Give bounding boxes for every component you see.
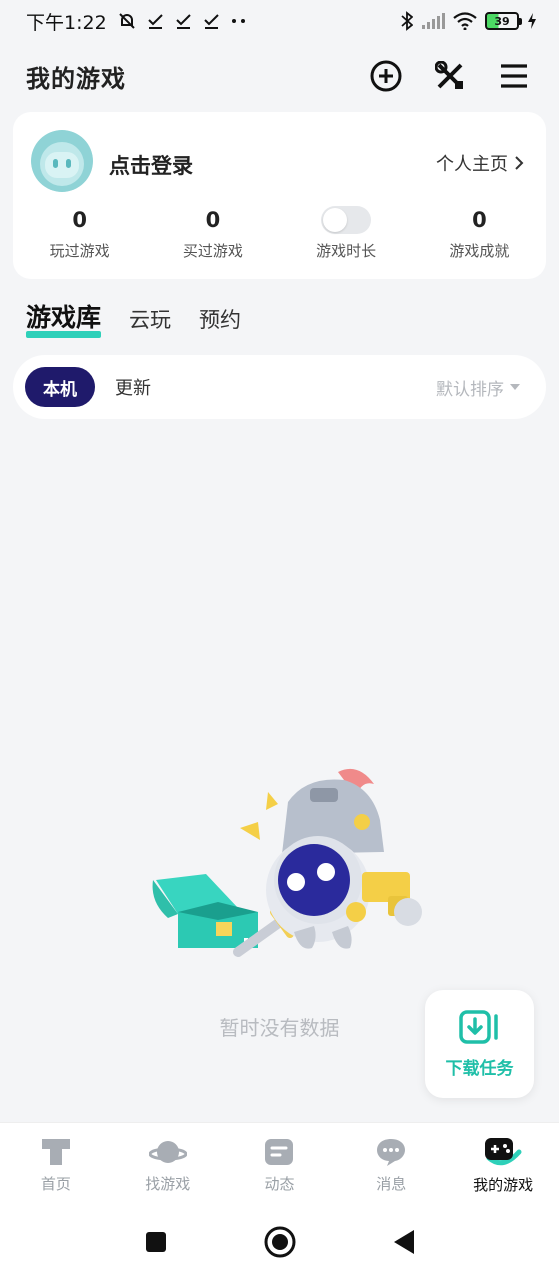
download-tasks-label: 下载任务 <box>445 1058 514 1079</box>
circle-home-icon <box>264 1226 295 1258</box>
charging-icon <box>527 13 537 29</box>
playtime-toggle[interactable] <box>321 206 372 234</box>
wifi-icon <box>453 12 477 30</box>
battery-indicator: 39 <box>485 12 522 30</box>
treasure-chest-icon <box>152 874 258 948</box>
check-icon <box>175 12 193 30</box>
status-time: 下午1:22 <box>26 11 107 34</box>
stat-achievements[interactable]: 0 游戏成就 <box>413 206 546 261</box>
stat-value: 0 <box>472 208 487 232</box>
stat-played[interactable]: 0 玩过游戏 <box>13 206 146 261</box>
stat-label: 游戏成就 <box>449 242 510 260</box>
recent-apps-button[interactable] <box>144 1230 168 1258</box>
back-button[interactable] <box>392 1228 416 1260</box>
back-triangle-icon <box>393 1230 414 1254</box>
stat-value: 0 <box>72 208 87 232</box>
avatar[interactable] <box>31 130 93 192</box>
stat-bought[interactable]: 0 买过游戏 <box>146 206 279 261</box>
nav-label: 首页 <box>40 1175 71 1193</box>
download-icon <box>458 1009 498 1044</box>
login-link[interactable]: 点击登录 <box>109 150 193 180</box>
message-icon <box>377 1139 406 1166</box>
page-title: 我的游戏 <box>26 64 126 93</box>
chevron-right-icon <box>515 156 524 170</box>
nav-home[interactable]: 首页 <box>0 1123 112 1208</box>
sort-label: 默认排序 <box>436 379 504 400</box>
bottom-nav: 首页 找游戏 动态 消息 我的游戏 <box>0 1122 559 1208</box>
header: 我的游戏 <box>0 50 559 102</box>
add-button[interactable] <box>369 59 403 93</box>
tools-icon <box>435 61 463 89</box>
homepage-label: 个人主页 <box>436 154 508 175</box>
home-button[interactable] <box>264 1226 296 1262</box>
stats-row: 0 玩过游戏 0 买过游戏 游戏时长 0 游戏成就 <box>13 206 546 261</box>
home-icon <box>41 1139 70 1165</box>
nav-find-games[interactable]: 找游戏 <box>112 1123 224 1208</box>
check-icon <box>203 12 221 30</box>
stat-playtime[interactable]: 游戏时长 <box>280 206 413 261</box>
nav-label: 我的游戏 <box>473 1176 534 1194</box>
tab-game-library[interactable]: 游戏库 <box>26 298 102 340</box>
gamepad-icon <box>485 1138 522 1166</box>
nav-my-games[interactable]: 我的游戏 <box>447 1123 559 1208</box>
tools-button[interactable] <box>433 59 467 93</box>
profile-card: 点击登录 个人主页 0 玩过游戏 0 买过游戏 游戏时长 0 游戏成就 <box>13 112 546 279</box>
nav-messages[interactable]: 消息 <box>335 1123 447 1208</box>
system-nav-bar <box>0 1208 559 1280</box>
filter-update-chip[interactable]: 更新 <box>115 374 151 400</box>
download-tasks-button[interactable]: 下载任务 <box>425 990 534 1098</box>
stat-label: 玩过游戏 <box>49 242 110 260</box>
stat-label: 买过游戏 <box>182 242 243 260</box>
signal-icon <box>421 13 445 29</box>
nav-label: 消息 <box>376 1175 407 1193</box>
caret-down-icon <box>510 384 520 390</box>
tab-reservation[interactable]: 预约 <box>199 304 241 340</box>
homepage-link[interactable]: 个人主页 <box>436 150 524 176</box>
tab-cloud-play[interactable]: 云玩 <box>129 304 171 340</box>
filter-bar: 本机 更新 默认排序 <box>13 355 546 419</box>
nav-feed[interactable]: 动态 <box>224 1123 336 1208</box>
sort-dropdown[interactable]: 默认排序 <box>436 375 520 400</box>
empty-state-illustration <box>152 768 422 957</box>
mute-bell-icon <box>117 11 137 31</box>
feed-icon <box>265 1139 294 1165</box>
more-dots-icon <box>231 17 247 25</box>
tab-bar: 游戏库 云玩 预约 <box>26 298 241 340</box>
check-icon <box>147 12 165 30</box>
stat-value: 0 <box>205 208 221 232</box>
nav-label: 动态 <box>264 1175 295 1193</box>
square-icon <box>145 1232 166 1252</box>
stat-label: 游戏时长 <box>316 242 377 260</box>
planet-icon <box>148 1141 187 1163</box>
menu-icon <box>501 64 527 88</box>
nav-label: 找游戏 <box>145 1175 191 1193</box>
bluetooth-icon <box>401 11 413 31</box>
knight-mascot <box>266 768 422 949</box>
menu-button[interactable] <box>497 59 531 93</box>
plus-circle-icon <box>370 60 402 92</box>
filter-local-chip[interactable]: 本机 <box>25 367 95 407</box>
status-bar: 下午1:22 39 <box>0 0 559 42</box>
